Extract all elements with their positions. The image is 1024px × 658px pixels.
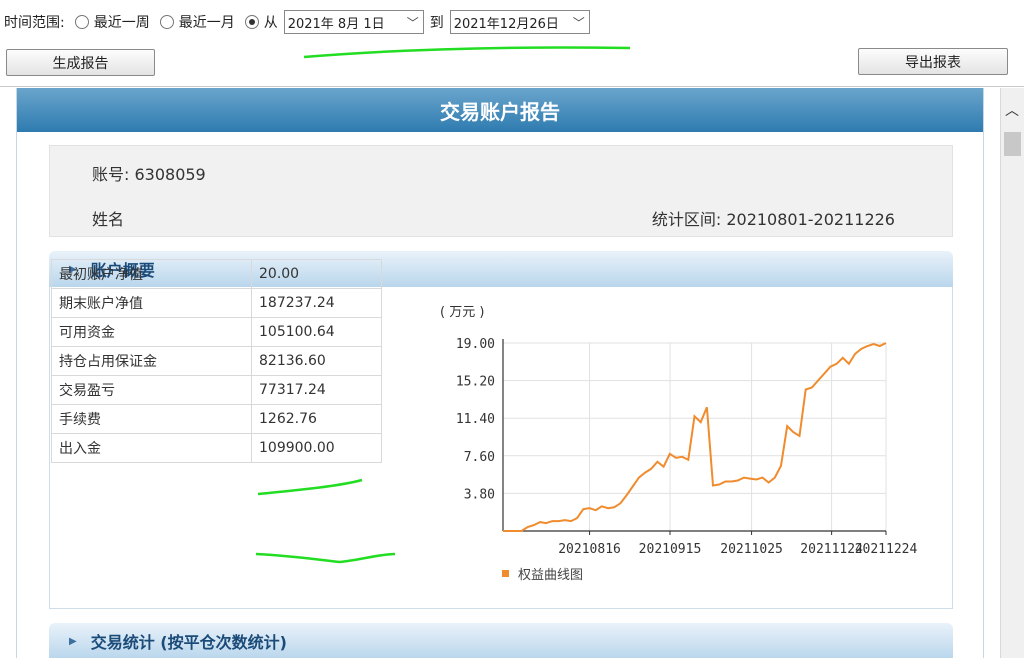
summary-value: 1262.76 xyxy=(251,404,382,434)
time-range-row: 时间范围: 最近一周 最近一月 从 2021年 8月 1日 ﹀ 到 2021年1… xyxy=(4,9,596,35)
x-tick-label: 20211124 xyxy=(800,542,863,557)
x-tick-label: 20211025 xyxy=(720,542,783,557)
summary-value: 105100.64 xyxy=(251,317,382,347)
account-number: 账号: 6308059 xyxy=(92,165,206,184)
account-summary-table: 最初账户净值 20.00 期末账户净值 187237.24 可用资金 105100.64 持… xyxy=(51,259,382,463)
equity-curve-line xyxy=(503,342,887,532)
summary-key: 期末账户净值 xyxy=(51,288,252,318)
summary-value: 109900.00 xyxy=(251,433,382,463)
report-title: 交易账户报告 xyxy=(17,88,983,132)
y-tick-label: 15.20 xyxy=(456,375,495,390)
statistics-period: 统计区间: 20210801-20211226 xyxy=(651,210,895,229)
summary-value: 77317.24 xyxy=(251,375,382,405)
summary-value: 82136.60 xyxy=(251,346,382,376)
x-tick-label: 20210816 xyxy=(558,542,621,557)
from-date-value: 2021年 8月 1日 xyxy=(287,16,385,32)
legend-swatch xyxy=(502,570,509,577)
from-date-picker[interactable]: 2021年 8月 1日 ﹀ xyxy=(283,10,424,34)
radio-last-month[interactable] xyxy=(159,15,174,29)
section-title-trade-stats: 交易统计 (按平仓次数统计) xyxy=(90,633,287,652)
summary-value: 187237.24 xyxy=(251,288,382,318)
to-date-value: 2021年12月26日 xyxy=(453,16,559,32)
scrollbar-thumb[interactable] xyxy=(1004,132,1021,156)
table-row: 手续费 1262.76 xyxy=(51,404,382,434)
summary-key: 交易盈亏 xyxy=(51,375,252,405)
y-tick-label: 3.80 xyxy=(464,487,495,502)
y-tick-label: 11.40 xyxy=(456,412,495,427)
account-info-box: 账号: 6308059 姓名 统计区间: 20210801-20211226 xyxy=(49,145,953,237)
toolbar-divider xyxy=(0,86,1024,87)
summary-key: 持仓占用保证金 xyxy=(51,346,252,376)
vertical-scrollbar[interactable]: ︿ xyxy=(1000,88,1024,658)
equity-curve-chart: ( 万元 ) 19.00 15.20 11.40 7.60 3.80 20210816 202… xyxy=(440,305,918,583)
table-row: 可用资金 105100.64 xyxy=(51,317,382,347)
summary-value: 20.00 xyxy=(251,259,382,289)
account-name: 姓名 xyxy=(92,210,125,229)
scroll-up-arrow-icon[interactable]: ︿ xyxy=(1005,100,1019,120)
to-label: 到 xyxy=(429,15,444,31)
summary-key: 可用资金 xyxy=(51,317,252,347)
summary-key: 最初账户净值 xyxy=(51,259,252,289)
table-row: 出入金 109900.00 xyxy=(51,433,382,463)
radio-last-week-label[interactable]: 最近一周 xyxy=(94,12,150,32)
radio-custom-range[interactable] xyxy=(244,15,259,29)
time-range-label: 时间范围: xyxy=(4,15,65,31)
y-tick-label: 19.00 xyxy=(456,337,495,352)
summary-key: 手续费 xyxy=(51,404,252,434)
y-tick-label: 7.60 xyxy=(464,450,495,465)
table-row: 最初账户净值 20.00 xyxy=(51,259,382,289)
radio-custom-range-label[interactable]: 从 xyxy=(264,12,278,32)
section-header-trade-stats[interactable]: ▶ 交易统计 (按平仓次数统计) xyxy=(49,623,953,658)
radio-last-month-label[interactable]: 最近一月 xyxy=(179,12,235,32)
chart-unit-label: ( 万元 ) xyxy=(440,305,484,320)
report-toolbar: 时间范围: 最近一周 最近一月 从 2021年 8月 1日 ﹀ 到 2021年1… xyxy=(0,0,1024,86)
x-tick-label: 20211224 xyxy=(855,542,918,557)
table-row: 交易盈亏 77317.24 xyxy=(51,375,382,405)
expand-triangle-icon: ▶ xyxy=(69,635,77,647)
chevron-down-icon[interactable]: ﹀ xyxy=(573,14,585,31)
x-tick-label: 20210915 xyxy=(639,542,702,557)
radio-last-week[interactable] xyxy=(74,15,89,29)
green-underline-annotation xyxy=(303,46,631,59)
summary-key: 出入金 xyxy=(51,433,252,463)
legend-label: 权益曲线图 xyxy=(518,567,583,583)
generate-report-button[interactable]: 生成报告 xyxy=(6,49,155,76)
table-row: 期末账户净值 187237.24 xyxy=(51,288,382,318)
table-row: 持仓占用保证金 82136.60 xyxy=(51,346,382,376)
to-date-picker[interactable]: 2021年12月26日 ﹀ xyxy=(449,10,590,34)
export-report-button[interactable]: 导出报表 xyxy=(858,48,1008,75)
chevron-down-icon[interactable]: ﹀ xyxy=(407,14,419,31)
